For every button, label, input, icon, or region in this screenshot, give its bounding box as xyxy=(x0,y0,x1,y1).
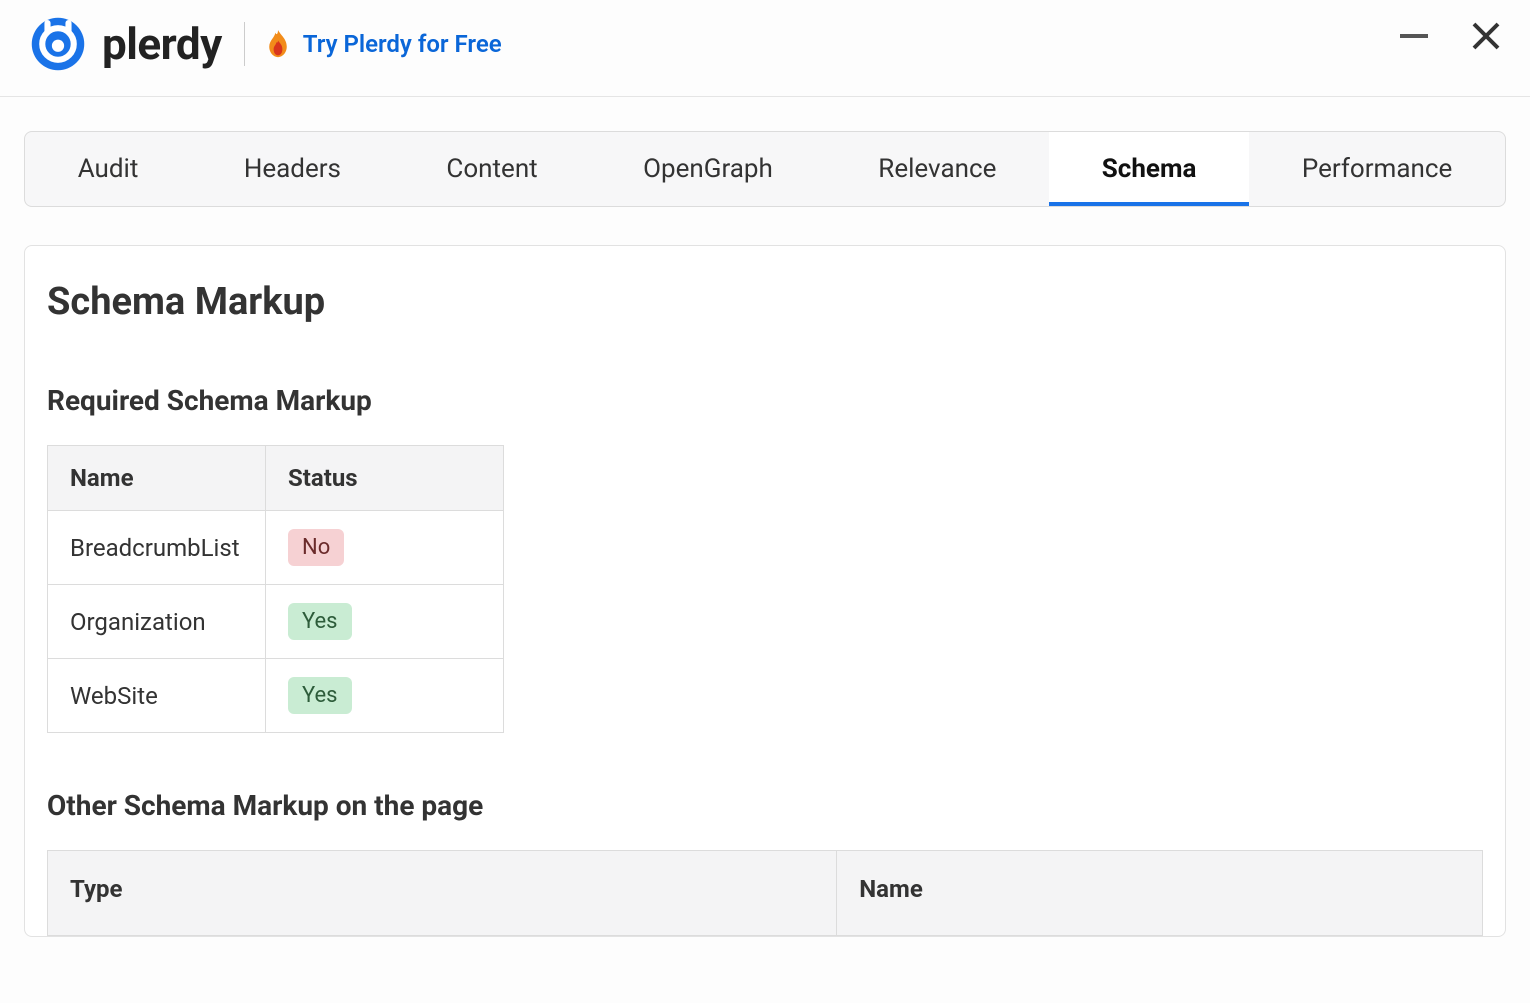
col-header-name: Name xyxy=(48,446,266,511)
status-badge: Yes xyxy=(288,677,352,714)
page-title: Schema Markup xyxy=(47,280,1483,324)
col-header-name: Name xyxy=(837,851,1483,936)
tabs: Audit Headers Content OpenGraph Relevanc… xyxy=(24,131,1506,207)
table-row: Organization Yes xyxy=(48,585,504,659)
tab-label: OpenGraph xyxy=(643,154,773,184)
schema-name: BreadcrumbList xyxy=(48,511,266,585)
tab-audit[interactable]: Audit xyxy=(25,132,191,206)
status-badge: No xyxy=(288,529,344,566)
app-header: plerdy Try Plerdy for Free xyxy=(0,0,1530,97)
tab-relevance[interactable]: Relevance xyxy=(826,132,1050,206)
tab-schema[interactable]: Schema xyxy=(1049,132,1249,206)
tab-label: Audit xyxy=(78,154,139,184)
col-header-type: Type xyxy=(48,851,837,936)
tab-headers[interactable]: Headers xyxy=(191,132,394,206)
tab-opengraph[interactable]: OpenGraph xyxy=(590,132,825,206)
table-row: BreadcrumbList No xyxy=(48,511,504,585)
tab-performance[interactable]: Performance xyxy=(1249,132,1505,206)
flame-icon xyxy=(267,30,289,58)
col-header-status: Status xyxy=(266,446,504,511)
tab-label: Relevance xyxy=(878,154,996,184)
close-button[interactable] xyxy=(1472,22,1500,50)
schema-panel: Schema Markup Required Schema Markup Nam… xyxy=(24,245,1506,937)
tab-label: Headers xyxy=(244,154,341,184)
tab-label: Performance xyxy=(1302,154,1452,184)
minimize-button[interactable] xyxy=(1400,34,1428,38)
window-controls xyxy=(1400,22,1500,50)
tab-label: Schema xyxy=(1102,154,1197,184)
brand-text: plerdy xyxy=(102,18,222,70)
try-plerdy-link[interactable]: Try Plerdy for Free xyxy=(303,30,502,58)
other-schema-table: Type Name xyxy=(47,850,1483,936)
schema-name: WebSite xyxy=(48,659,266,733)
schema-status-cell: Yes xyxy=(266,585,504,659)
header-divider xyxy=(244,22,245,66)
table-row: WebSite Yes xyxy=(48,659,504,733)
plerdy-logo-icon xyxy=(30,16,86,72)
required-schema-table: Name Status BreadcrumbList No Organizati… xyxy=(47,445,504,733)
other-schema-heading: Other Schema Markup on the page xyxy=(47,789,1483,822)
schema-status-cell: Yes xyxy=(266,659,504,733)
schema-name: Organization xyxy=(48,585,266,659)
status-badge: Yes xyxy=(288,603,352,640)
tab-label: Content xyxy=(446,154,537,184)
schema-status-cell: No xyxy=(266,511,504,585)
brand[interactable]: plerdy xyxy=(30,16,222,72)
tab-content[interactable]: Content xyxy=(394,132,591,206)
required-schema-heading: Required Schema Markup xyxy=(47,384,1483,417)
